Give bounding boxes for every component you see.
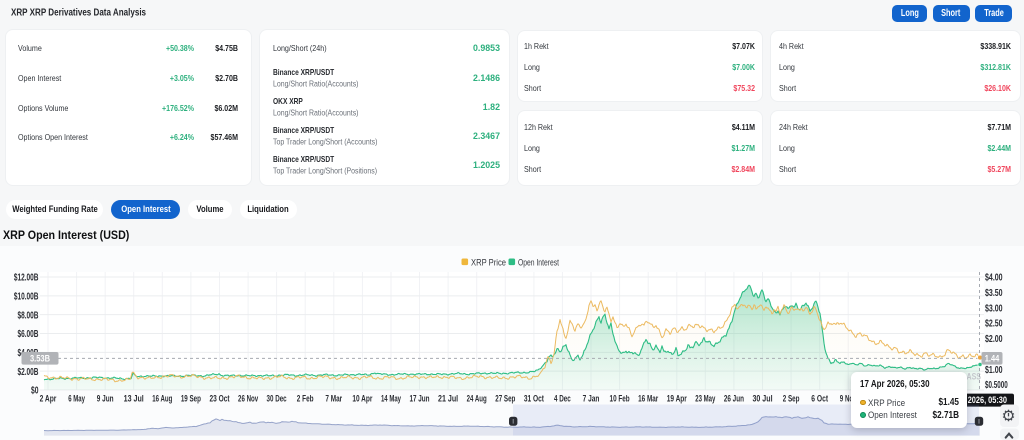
svg-text:21 Jul: 21 Jul xyxy=(438,392,458,403)
svg-text:4 Dec: 4 Dec xyxy=(554,392,571,403)
svg-text:2 Apr: 2 Apr xyxy=(40,392,57,403)
svg-text:$0.5000: $0.5000 xyxy=(985,380,1008,391)
svg-text:$1.00: $1.00 xyxy=(985,365,1003,376)
svg-text:26 Nov: 26 Nov xyxy=(238,392,259,403)
svg-text:1.44: 1.44 xyxy=(985,353,1000,363)
svg-text:Open Interest: Open Interest xyxy=(518,258,559,268)
svg-text:31 Oct: 31 Oct xyxy=(524,392,544,403)
svg-text:13 Jul: 13 Jul xyxy=(124,392,144,403)
svg-text:3.53B: 3.53B xyxy=(30,353,50,363)
svg-text:19 Sep: 19 Sep xyxy=(181,392,201,403)
svg-text:$2.50: $2.50 xyxy=(985,319,1003,330)
svg-text:17 Jun: 17 Jun xyxy=(409,392,429,403)
svg-text:9 Jun: 9 Jun xyxy=(97,392,114,403)
svg-text:30 Jul: 30 Jul xyxy=(752,392,772,403)
svg-text:$2.00: $2.00 xyxy=(985,334,1003,345)
svg-text:$2.00B: $2.00B xyxy=(18,367,39,378)
svg-text:23 Oct: 23 Oct xyxy=(209,392,229,403)
svg-text:6 May: 6 May xyxy=(68,392,85,403)
svg-text:26 Jun: 26 Jun xyxy=(724,392,744,403)
svg-text:$4.00: $4.00 xyxy=(985,273,1003,284)
svg-text:$12.00B: $12.00B xyxy=(14,273,39,284)
svg-text:19 Apr: 19 Apr xyxy=(667,392,687,403)
svg-text:XRP Price: XRP Price xyxy=(471,258,506,268)
svg-text:2 Sep: 2 Sep xyxy=(783,392,800,403)
svg-text:2 Feb: 2 Feb xyxy=(297,392,314,403)
svg-text:14 May: 14 May xyxy=(381,392,402,403)
svg-text:24 Aug: 24 Aug xyxy=(467,392,487,403)
svg-text:10 Apr: 10 Apr xyxy=(352,392,372,403)
svg-text:16 Mar: 16 Mar xyxy=(638,392,658,403)
svg-text:27 Sep: 27 Sep xyxy=(495,392,515,403)
svg-text:$0: $0 xyxy=(31,386,39,397)
svg-text:30 Dec: 30 Dec xyxy=(267,392,287,403)
svg-text:16 Aug: 16 Aug xyxy=(152,392,172,403)
svg-text:23 May: 23 May xyxy=(695,392,716,403)
svg-text:$10.00B: $10.00B xyxy=(14,291,39,302)
svg-text:6 Oct: 6 Oct xyxy=(811,392,828,403)
svg-text:7 Jan: 7 Jan xyxy=(583,392,600,403)
svg-text:$3.50: $3.50 xyxy=(985,288,1003,299)
svg-text:$8.00B: $8.00B xyxy=(18,310,39,321)
svg-text:10 Feb: 10 Feb xyxy=(610,392,630,403)
svg-text:$3.00: $3.00 xyxy=(985,303,1003,314)
svg-text:7 Mar: 7 Mar xyxy=(325,392,342,403)
svg-text:$6.00B: $6.00B xyxy=(18,329,39,340)
